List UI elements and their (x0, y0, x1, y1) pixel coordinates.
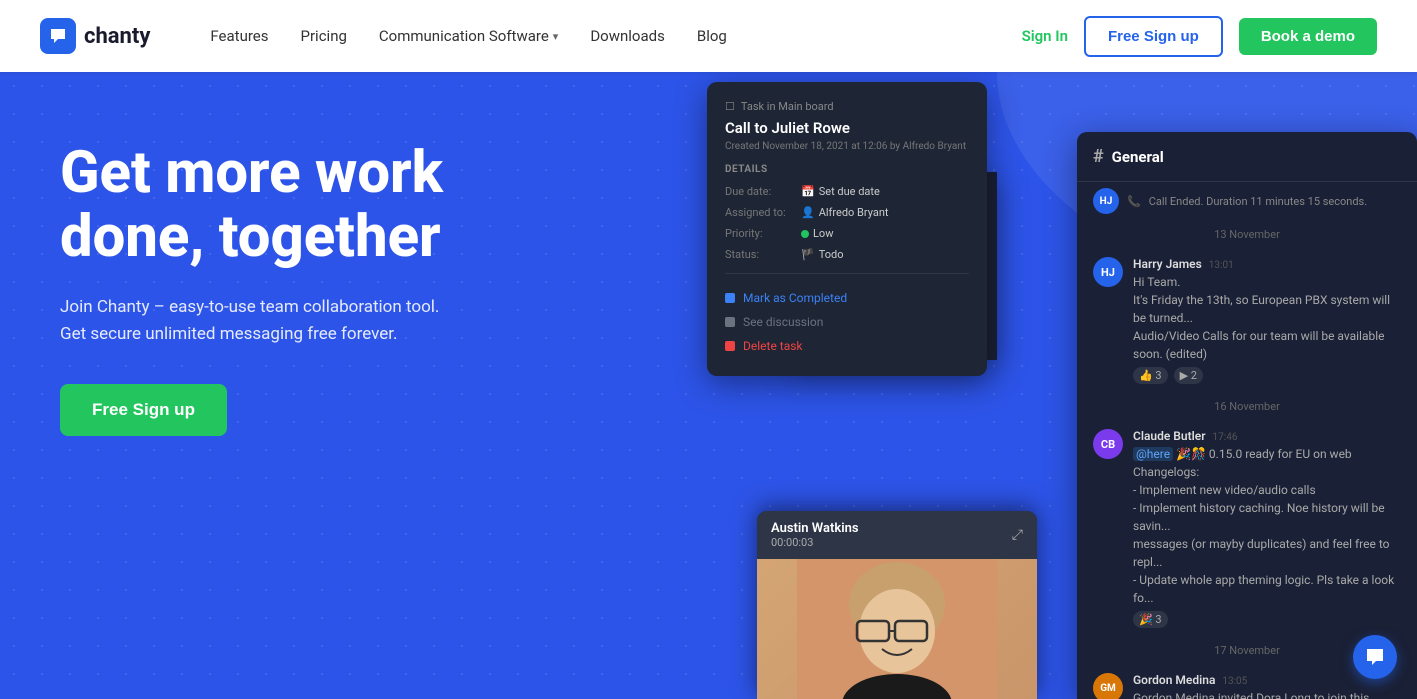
reaction-thumbs[interactable]: 👍 3 (1133, 367, 1168, 384)
author-gordon: Gordon Medina 13:05 (1133, 673, 1401, 687)
action-discussion-icon (725, 317, 735, 327)
logo-icon (40, 18, 76, 54)
nav-blog[interactable]: Blog (697, 27, 727, 45)
video-call-popup: Austin Watkins 00:00:03 ⤢ (757, 511, 1037, 699)
channel-icon-sales: # (801, 277, 821, 297)
nav-downloads[interactable]: Downloads (590, 27, 665, 45)
task-assigned-row: Assigned to: 👤 Alfredo Bryant (725, 206, 969, 219)
channel-icon-feedback: # (801, 195, 821, 215)
task-action-delete[interactable]: Delete task (725, 334, 969, 358)
navbar: chanty Features Pricing Communication So… (0, 0, 1417, 72)
nav-links: Features Pricing Communication Software … (210, 27, 1021, 45)
nav-comm-software[interactable]: Communication Software ▾ (379, 27, 558, 45)
video-popup-header: Austin Watkins 00:00:03 ⤢ (757, 511, 1037, 559)
task-action-discussion[interactable]: See discussion (725, 310, 969, 334)
channel-text-newteam: New Team sue.perry@example.com reg... (829, 233, 983, 258)
task-card: ☐ Task in Main board Call to Juliet Rowe… (707, 82, 987, 376)
nav-pricing[interactable]: Pricing (301, 27, 347, 45)
task-status-value: 🏴 Todo (801, 248, 844, 261)
channel-text-feedback: feedback any thoughts? (829, 192, 983, 217)
task-status-row: Status: 🏴 Todo (725, 248, 969, 261)
video-feed (757, 559, 1037, 699)
task-due-date-row: Due date: 📅 Set due date (725, 185, 969, 198)
sidebar-item-sales[interactable]: # Sales Please take care of him https:/.… (787, 266, 997, 307)
sidebar-item-newteam[interactable]: # New Team sue.perry@example.com reg... (787, 225, 997, 266)
message-text-gordon: Gordon Medina invited Dora Long to join … (1133, 689, 1401, 699)
hero-wave-decoration (997, 72, 1417, 312)
chat-sidebar: # feedback any thoughts? # New Team sue.… (787, 172, 997, 360)
task-board-icon: ☐ (725, 100, 735, 113)
message-body-claude: Claude Butler 17:46 @here 🎉🎊 0.15.0 read… (1133, 429, 1401, 628)
nav-features[interactable]: Features (210, 27, 268, 45)
hero-subtitle: Join Chanty – easy-to-use team collabora… (60, 294, 500, 348)
hero-content: Get more work done, together Join Chanty… (0, 72, 560, 436)
sidebar-item-marketing[interactable]: # Marketing banner.png (787, 307, 997, 348)
message-text-claude: @here 🎉🎊 0.15.0 ready for EU on web Chan… (1133, 445, 1401, 607)
task-card-title: Call to Juliet Rowe (725, 119, 969, 137)
task-priority-row: Priority: Low (725, 227, 969, 240)
book-demo-button[interactable]: Book a demo (1239, 18, 1377, 55)
task-divider (725, 273, 969, 274)
logo-text: chanty (84, 24, 150, 49)
message-claude: CB Claude Butler 17:46 @here 🎉🎊 0.15.0 r… (1077, 421, 1417, 636)
task-assigned-value: 👤 Alfredo Bryant (801, 206, 889, 219)
action-delete-icon (725, 341, 735, 351)
reaction-play[interactable]: ▶ 2 (1174, 367, 1203, 384)
expand-icon[interactable]: ⤢ (1012, 527, 1023, 543)
avatar-harry: HJ (1093, 257, 1123, 287)
nav-actions: Sign In Free Sign up Book a demo (1022, 16, 1377, 57)
date-nov17: 17 November (1077, 636, 1417, 665)
hero-section: Get more work done, together Join Chanty… (0, 72, 1417, 699)
date-nov16: 16 November (1077, 392, 1417, 421)
message-gordon: GM Gordon Medina 13:05 Gordon Medina inv… (1077, 665, 1417, 699)
avatar-gordon: GM (1093, 673, 1123, 699)
channel-icon-marketing: # (801, 318, 821, 338)
task-card-header: ☐ Task in Main board (725, 100, 969, 113)
mention-here: @here (1133, 447, 1173, 461)
reaction-party[interactable]: 🎉 3 (1133, 611, 1168, 628)
sidebar-item-feedback[interactable]: # feedback any thoughts? (787, 184, 997, 225)
author-claude: Claude Butler 17:46 (1133, 429, 1401, 443)
video-caller-name: Austin Watkins 00:00:03 (771, 521, 859, 549)
task-details-label: DETAILS (725, 164, 969, 175)
task-card-meta: Created November 18, 2021 at 12:06 by Al… (725, 141, 969, 152)
channel-text-sales: Sales Please take care of him https:/... (829, 274, 983, 299)
avatar-claude: CB (1093, 429, 1123, 459)
logo[interactable]: chanty (40, 18, 150, 54)
channel-icon-newteam: # (801, 236, 821, 256)
hero-title: Get more work done, together (60, 142, 500, 270)
channel-text-marketing: Marketing banner.png (829, 315, 983, 340)
free-signup-button[interactable]: Free Sign up (1084, 16, 1223, 57)
reactions-harry: 👍 3 ▶ 2 (1133, 367, 1401, 384)
signin-link[interactable]: Sign In (1022, 27, 1068, 45)
task-due-date-value: 📅 Set due date (801, 185, 880, 198)
message-body-gordon: Gordon Medina 13:05 Gordon Medina invite… (1133, 673, 1401, 699)
action-complete-icon (725, 293, 735, 303)
chat-widget-button[interactable] (1353, 635, 1397, 679)
task-action-complete[interactable]: Mark as Completed (725, 286, 969, 310)
hero-signup-button[interactable]: Free Sign up (60, 384, 227, 436)
chevron-down-icon: ▾ (553, 30, 559, 43)
task-priority-value: Low (801, 227, 833, 240)
reactions-claude: 🎉 3 (1133, 611, 1401, 628)
